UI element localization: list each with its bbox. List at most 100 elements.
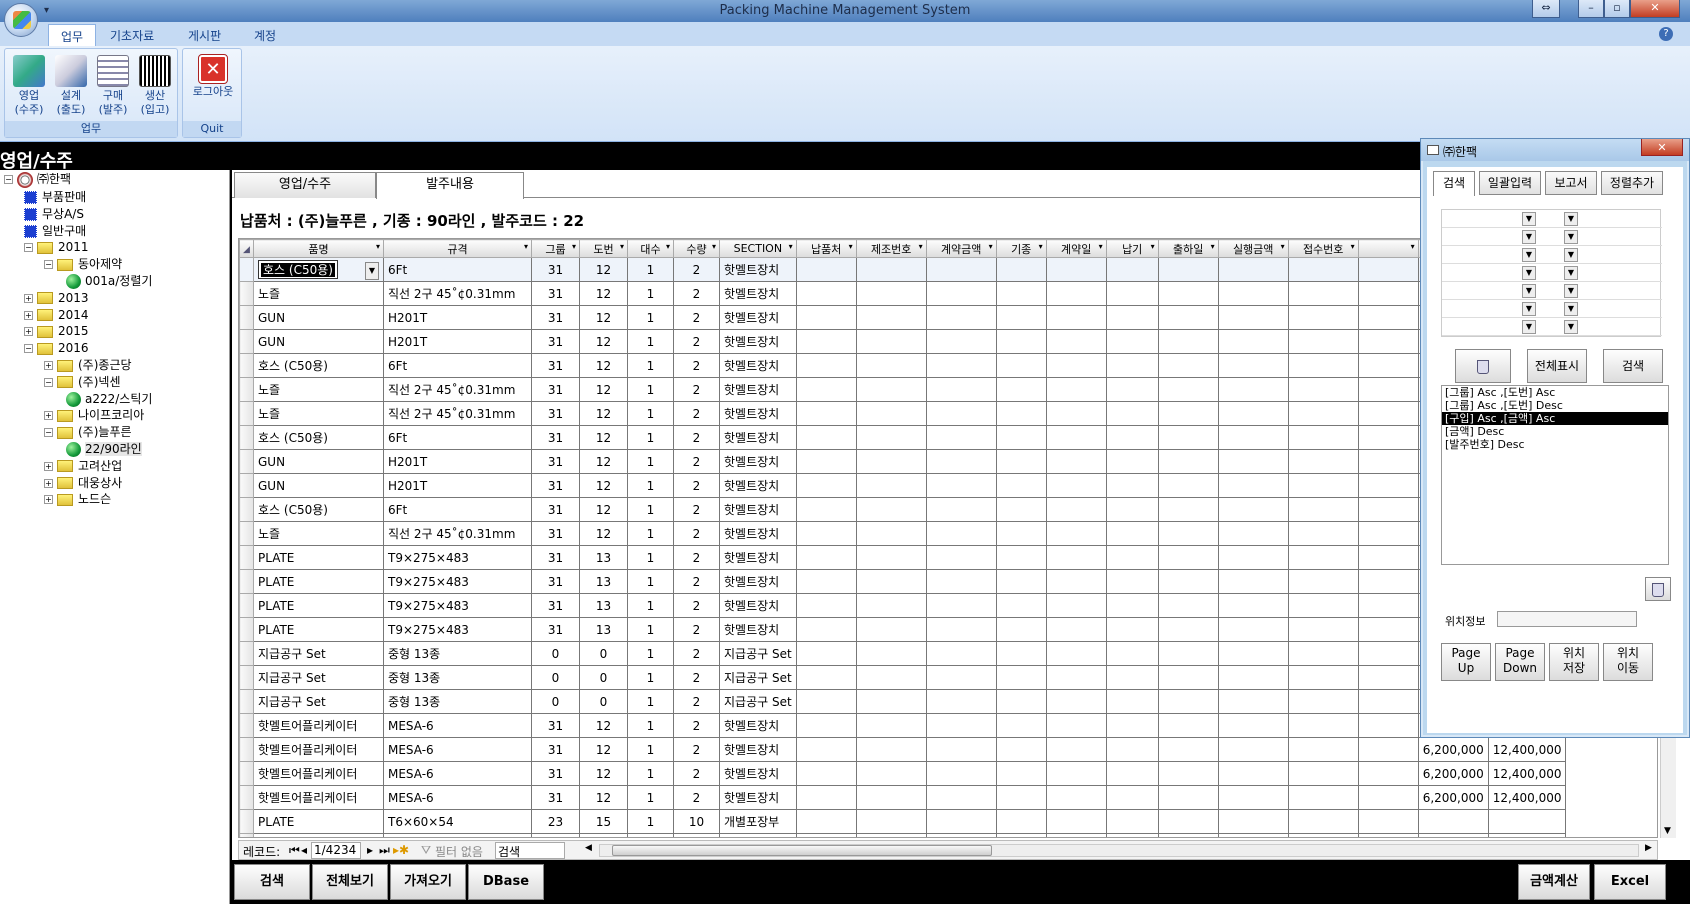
scroll-left-icon[interactable]: ◀	[585, 843, 592, 853]
table-cell[interactable]	[1417, 809, 1489, 834]
table-cell[interactable]: 1	[627, 617, 674, 642]
table-cell[interactable]: 1	[627, 689, 674, 714]
table-cell[interactable]	[795, 641, 857, 666]
table-cell[interactable]	[795, 593, 857, 618]
table-cell[interactable]	[1105, 569, 1159, 594]
table-cell[interactable]: 1	[627, 833, 674, 837]
table-cell[interactable]	[1217, 425, 1289, 450]
table-cell[interactable]	[1157, 641, 1219, 666]
table-cell[interactable]: 31	[531, 737, 580, 762]
table-cell[interactable]	[925, 593, 997, 618]
table-row[interactable]: GUN H201T 31 12 1 2 핫멜트장치	[239, 473, 1567, 498]
table-cell[interactable]	[1105, 785, 1159, 810]
table-cell[interactable]: 12,400,000	[1487, 737, 1567, 762]
table-cell[interactable]: 2	[673, 593, 720, 618]
scroll-thumb[interactable]	[612, 845, 992, 856]
table-cell[interactable]: 핫멜트장치	[719, 521, 797, 546]
table-cell[interactable]: 6Ft	[383, 425, 532, 450]
row-selector[interactable]	[239, 593, 254, 618]
table-cell[interactable]: 6Ft	[383, 257, 532, 282]
table-cell[interactable]: 12	[579, 257, 628, 282]
table-cell[interactable]: 2	[673, 497, 720, 522]
tree-item[interactable]: 무상A/S	[24, 205, 84, 223]
table-cell[interactable]	[1105, 593, 1159, 618]
tree-root[interactable]: − ㈜한팩	[4, 170, 71, 188]
table-cell[interactable]	[995, 761, 1047, 786]
table-cell[interactable]	[1287, 545, 1359, 570]
table-cell[interactable]: 2	[673, 449, 720, 474]
app-menu-button[interactable]	[4, 3, 38, 37]
expand-icon[interactable]: +	[44, 495, 53, 505]
table-cell[interactable]	[995, 281, 1047, 306]
table-cell[interactable]: 중형 13종	[383, 689, 532, 714]
table-cell[interactable]: 핫멜트장치	[719, 737, 797, 762]
table-cell[interactable]	[1105, 617, 1159, 642]
table-cell[interactable]	[1487, 809, 1567, 834]
table-cell[interactable]: T9×275×483	[383, 593, 532, 618]
table-cell[interactable]: 31	[531, 569, 580, 594]
table-cell[interactable]	[1357, 257, 1419, 282]
table-cell[interactable]	[1045, 569, 1107, 594]
table-cell[interactable]	[855, 305, 927, 330]
import-button[interactable]: 가져오기	[390, 864, 466, 900]
table-cell[interactable]	[1217, 569, 1289, 594]
table-cell[interactable]	[1357, 569, 1419, 594]
table-cell[interactable]: 12	[579, 761, 628, 786]
table-cell[interactable]	[1357, 353, 1419, 378]
table-cell[interactable]	[1287, 497, 1359, 522]
table-cell[interactable]: 31	[531, 401, 580, 426]
chevron-down-icon[interactable]: ▼	[1564, 320, 1578, 334]
table-cell[interactable]: 31	[531, 281, 580, 306]
table-cell[interactable]	[1045, 665, 1107, 690]
table-cell[interactable]	[855, 257, 927, 282]
column-header[interactable]: 납품처 ▾	[795, 239, 857, 258]
table-cell[interactable]: 1	[627, 305, 674, 330]
table-cell[interactable]	[795, 353, 857, 378]
table-cell[interactable]: 핫멜트장치	[719, 377, 797, 402]
table-cell[interactable]: 0	[579, 665, 628, 690]
table-cell[interactable]: 핫멜트장치	[719, 617, 797, 642]
row-selector[interactable]	[239, 665, 254, 690]
table-cell[interactable]	[925, 257, 997, 282]
table-cell[interactable]	[995, 449, 1047, 474]
clear-filter-button[interactable]	[1455, 349, 1511, 383]
calculate-amount-button[interactable]: 금액계산	[1518, 864, 1590, 900]
filter-row[interactable]: ▼ ▼	[1442, 318, 1662, 336]
table-cell[interactable]	[855, 425, 927, 450]
table-row[interactable]: 노즐 직선 2구 45˚¢0.31mm 31 12 1 2 핫멜트장치	[239, 401, 1567, 426]
table-cell[interactable]	[1157, 761, 1219, 786]
table-cell[interactable]: 2	[673, 401, 720, 426]
table-cell[interactable]	[795, 497, 857, 522]
table-cell[interactable]	[1287, 449, 1359, 474]
table-cell[interactable]	[1157, 785, 1219, 810]
table-cell[interactable]	[1287, 737, 1359, 762]
table-cell[interactable]	[1105, 689, 1159, 714]
table-cell[interactable]: T9×275×483	[383, 617, 532, 642]
table-cell[interactable]: 개별포장부	[719, 833, 797, 837]
filter-row[interactable]: ▼ ▼	[1442, 282, 1662, 300]
table-cell[interactable]	[1045, 377, 1107, 402]
table-cell[interactable]: 6,200,000	[1417, 761, 1489, 786]
new-record-icon[interactable]: ▸✱	[393, 843, 409, 857]
table-cell[interactable]	[1287, 377, 1359, 402]
table-cell[interactable]: 1	[627, 809, 674, 834]
chevron-down-icon[interactable]: ▼	[1522, 284, 1536, 298]
tree-item[interactable]: + 고려산업	[44, 457, 122, 475]
table-cell[interactable]	[855, 593, 927, 618]
table-cell[interactable]	[1357, 473, 1419, 498]
tree-item[interactable]: + 나이프코리아	[44, 406, 144, 424]
table-cell[interactable]: PLATE	[253, 617, 384, 642]
page-up-button[interactable]: Page Up	[1441, 643, 1491, 681]
table-cell[interactable]: 10	[673, 809, 720, 834]
ribbon-tab-board[interactable]: 게시판	[176, 24, 233, 46]
filter-row[interactable]: ▼ ▼	[1442, 246, 1662, 264]
chevron-down-icon[interactable]: ▼	[1522, 230, 1536, 244]
table-cell[interactable]: 12	[579, 377, 628, 402]
table-cell[interactable]	[855, 617, 927, 642]
table-cell[interactable]	[1105, 353, 1159, 378]
sort-item[interactable]: [발주번호] Desc	[1442, 438, 1668, 451]
chevron-down-icon[interactable]: ▼	[1522, 302, 1536, 316]
column-header[interactable]: ▾	[1357, 239, 1419, 258]
page-down-button[interactable]: Page Down	[1495, 643, 1545, 681]
table-cell[interactable]	[995, 473, 1047, 498]
